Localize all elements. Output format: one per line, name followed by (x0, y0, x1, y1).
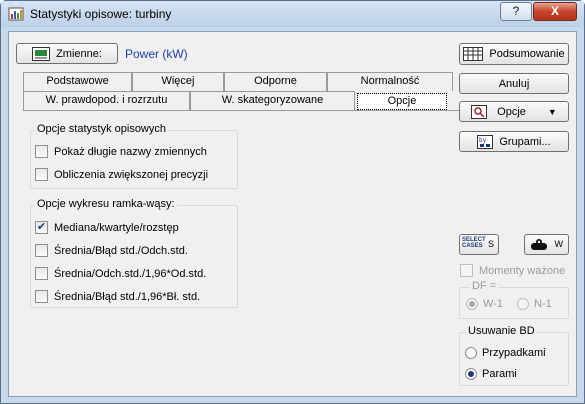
title-bar[interactable]: Statystyki opisowe: turbiny ? X (1, 1, 584, 27)
radio-circle[interactable] (517, 298, 529, 310)
median-quartiles-label: Mediana/kwartyle/rozstęp (54, 221, 179, 234)
cancel-button-label: Anuluj (498, 77, 530, 90)
tab-podstawowe[interactable]: Podstawowe (23, 72, 132, 91)
boxplot-options-title: Opcje wykresu ramka-wąsy: (35, 198, 177, 210)
descriptive-options-group: Opcje statystyk opisowych Pokaż długie n… (30, 123, 238, 189)
pairwise-radio[interactable]: Parami (465, 368, 517, 380)
long-names-label: Pokaż długie nazwy zmiennych (54, 145, 207, 158)
magnifier-icon (471, 104, 488, 119)
groups-button[interactable]: by Grupami... (459, 131, 569, 152)
df-w1-label: W-1 (483, 298, 503, 310)
options-tab-panel: Opcje statystyk opisowych Pokaż długie n… (23, 110, 459, 392)
radio-circle[interactable] (465, 347, 477, 359)
checkbox-box[interactable] (35, 168, 48, 181)
tab-opcje[interactable]: Opcje (357, 93, 447, 110)
missing-data-group: Usuwanie BD Przypadkami Parami (459, 325, 569, 386)
summary-button-label: Podsumowanie (489, 48, 565, 60)
dialog-window: Statystyki opisowe: turbiny ? X Zmienne:… (0, 0, 585, 404)
tab-strip: Podstawowe Więcej Odporne Normalność W. … (23, 72, 453, 112)
df-w1-radio[interactable]: W-1 (466, 298, 503, 310)
table-icon (463, 47, 484, 61)
mean-sd-196-label: Średnia/Odch.std./1,96*Od.std. (54, 267, 207, 280)
radio-circle[interactable] (466, 298, 478, 310)
weighted-moments-checkbox[interactable]: Momenty ważone (460, 264, 565, 277)
df-title: DF = (470, 280, 499, 292)
select-cases-label: SELECT CASES (462, 237, 486, 249)
window-title: Statystyki opisowe: turbiny (30, 7, 172, 21)
checkmark-icon[interactable]: ✔ (35, 221, 48, 234)
missing-data-title: Usuwanie BD (466, 325, 537, 337)
weighted-moments-label: Momenty ważone (479, 264, 566, 277)
casewise-label: Przypadkami (482, 347, 546, 359)
tab-odporne[interactable]: Odporne (224, 72, 327, 91)
median-quartiles-checkbox[interactable]: ✔ Mediana/kwartyle/rozstęp (35, 221, 179, 234)
variables-button-label: Zmienne: (56, 47, 102, 60)
tab-normalnosc[interactable]: Normalność (327, 72, 453, 91)
mean-se-196-checkbox[interactable]: Średnia/Błąd std./1,96*Bł. std. (35, 290, 200, 303)
checkbox-box[interactable] (35, 290, 48, 303)
radio-circle[interactable] (465, 368, 477, 380)
select-cases-key: S (487, 239, 494, 249)
precision-label: Obliczenia zwiększonej precyzji (54, 168, 209, 181)
precision-checkbox[interactable]: Obliczenia zwiększonej precyzji (35, 168, 208, 181)
help-button[interactable]: ? (500, 2, 532, 21)
df-n1-label: N-1 (534, 298, 552, 310)
df-n1-radio[interactable]: N-1 (517, 298, 552, 310)
close-button[interactable]: X (533, 2, 577, 21)
options-dropdown-button[interactable]: Opcje ▼ (459, 101, 569, 122)
weight-icon (531, 239, 547, 250)
boxplot-options-group: Opcje wykresu ramka-wąsy: ✔ Mediana/kwar… (30, 198, 238, 308)
descriptive-options-title: Opcje statystyk opisowych (35, 123, 168, 135)
variables-icon (32, 46, 51, 61)
pairwise-label: Parami (482, 368, 517, 380)
svg-text:by: by (479, 137, 487, 144)
tab-prawdopodobienstwa[interactable]: W. prawdopod. i rozrzutu (23, 91, 190, 110)
options-button-label: Opcje (497, 105, 526, 118)
mean-se-sd-checkbox[interactable]: Średnia/Błąd std./Odch.std. (35, 244, 188, 257)
checkbox-box[interactable] (35, 145, 48, 158)
app-icon (8, 7, 24, 21)
casewise-radio[interactable]: Przypadkami (465, 347, 546, 359)
checkbox-box[interactable] (35, 244, 48, 257)
mean-se-196-label: Średnia/Błąd std./1,96*Bł. std. (54, 290, 201, 303)
groups-icon: by (477, 134, 494, 149)
summary-button[interactable]: Podsumowanie (459, 43, 569, 65)
checkbox-box[interactable] (35, 267, 48, 280)
checkbox-box[interactable] (460, 264, 473, 277)
tab-wiecej[interactable]: Więcej (132, 72, 224, 91)
df-group: DF = W-1 N-1 (459, 280, 569, 319)
weight-key: W (554, 239, 564, 249)
groups-button-label: Grupami... (499, 135, 551, 148)
variables-value: Power (kW) (125, 47, 188, 61)
weight-button[interactable]: W (524, 234, 569, 255)
long-names-checkbox[interactable]: Pokaż długie nazwy zmiennych (35, 145, 207, 158)
mean-se-sd-label: Średnia/Błąd std./Odch.std. (54, 244, 188, 257)
variables-button[interactable]: Zmienne: (16, 43, 118, 64)
mean-sd-196-checkbox[interactable]: Średnia/Odch.std./1,96*Od.std. (35, 267, 206, 280)
cancel-button[interactable]: Anuluj (459, 73, 569, 94)
chevron-down-icon: ▼ (547, 106, 557, 117)
select-cases-button[interactable]: SELECT CASES S (459, 234, 499, 255)
tab-skategoryzowane[interactable]: W. skategoryzowane (190, 91, 355, 110)
dialog-client-area: Zmienne: Power (kW) Podstawowe Więcej Od… (8, 31, 577, 397)
